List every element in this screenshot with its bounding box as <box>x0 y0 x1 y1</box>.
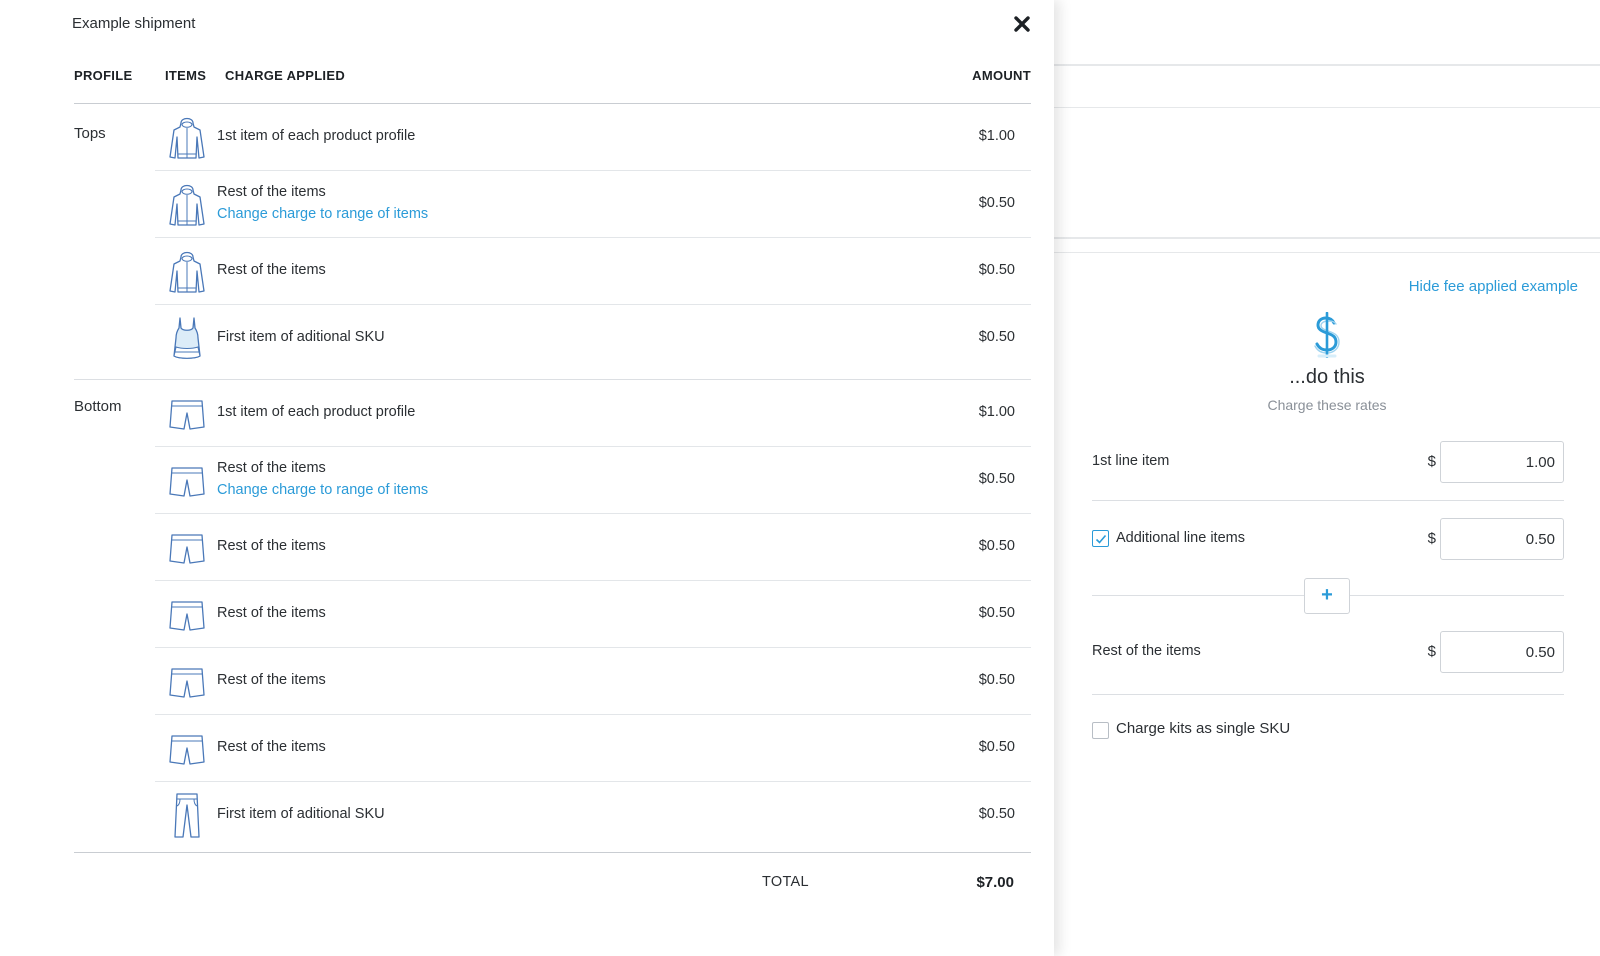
charge-amount: $0.50 <box>978 538 1015 554</box>
table-row: 1st item of each product profile $1.00 <box>155 104 1031 171</box>
shorts-icon <box>169 735 205 765</box>
table-row: Rest of the items $0.50 <box>155 238 1031 305</box>
charge-amount: $0.50 <box>978 262 1015 278</box>
charge-description: First item of aditional SKU <box>217 329 385 345</box>
charge-description: First item of aditional SKU <box>217 806 385 822</box>
table-row: Rest of the items Change charge to range… <box>155 447 1031 514</box>
fee-settings-panel: Hide fee applied example ...do this Char… <box>1054 0 1600 956</box>
shorts-icon <box>169 601 205 631</box>
table-row: First item of aditional SKU $0.50 <box>155 305 1031 372</box>
additional-line-items-row: Additional line items $ <box>1092 518 1564 562</box>
divider <box>1054 237 1600 239</box>
currency-symbol: $ <box>1427 530 1436 547</box>
charge-kits-label: Charge kits as single SKU <box>1116 720 1291 737</box>
total-value: $7.00 <box>976 874 1014 891</box>
charge-kits-checkbox[interactable] <box>1092 722 1109 739</box>
change-charge-range-link[interactable]: Change charge to range of items <box>217 482 428 498</box>
table-row: Rest of the items $0.50 <box>155 648 1031 715</box>
first-line-item-input[interactable] <box>1440 441 1564 483</box>
column-header-amount: AMOUNT <box>972 68 1031 83</box>
column-header-items: ITEMS <box>165 68 207 83</box>
charge-description: Rest of the items Change charge to range… <box>217 184 428 222</box>
shorts-icon <box>169 467 205 497</box>
charge-description: 1st item of each product profile <box>217 128 416 144</box>
change-charge-range-link[interactable]: Change charge to range of items <box>217 206 428 222</box>
shorts-icon <box>169 400 205 430</box>
charge-amount: $1.00 <box>978 128 1015 144</box>
charge-amount: $0.50 <box>978 806 1015 822</box>
modal-title: Example shipment <box>72 15 196 32</box>
close-icon[interactable] <box>1013 15 1033 35</box>
table-row: 1st item of each product profile $1.00 <box>155 380 1031 447</box>
divider <box>1054 252 1600 253</box>
hoodie-icon <box>169 251 205 293</box>
hoodie-icon <box>169 184 205 226</box>
additional-line-items-checkbox[interactable] <box>1092 530 1109 547</box>
charge-description: Rest of the items <box>217 538 326 554</box>
charge-description: Rest of the items <box>217 605 326 621</box>
profile-label-tops: Tops <box>74 125 106 142</box>
total-divider <box>74 852 1031 853</box>
charge-description: Rest of the items Change charge to range… <box>217 460 428 498</box>
charge-amount: $0.50 <box>978 672 1015 688</box>
charge-amount: $0.50 <box>978 195 1015 211</box>
divider <box>1092 694 1564 695</box>
table-row: Rest of the items $0.50 <box>155 514 1031 581</box>
table-row: First item of aditional SKU $0.50 <box>155 782 1031 849</box>
rest-of-items-input[interactable] <box>1440 631 1564 673</box>
tank-top-icon <box>173 317 201 359</box>
charge-description: Rest of the items <box>217 672 326 688</box>
hide-fee-example-link[interactable]: Hide fee applied example <box>1409 278 1578 295</box>
example-shipment-modal: Example shipment PROFILE ITEMS CHARGE AP… <box>0 0 1054 956</box>
charge-amount: $0.50 <box>978 471 1015 487</box>
divider <box>1054 64 1600 66</box>
total-label: TOTAL <box>762 874 809 890</box>
shorts-icon <box>169 534 205 564</box>
charge-description: Rest of the items <box>217 739 326 755</box>
hoodie-icon <box>169 117 205 159</box>
charge-amount: $0.50 <box>978 605 1015 621</box>
add-rate-button[interactable]: + <box>1304 578 1350 614</box>
panel-heading: ...do this <box>1289 366 1365 388</box>
pants-icon <box>174 793 200 838</box>
column-header-profile: PROFILE <box>74 68 133 83</box>
additional-line-items-label: Additional line items <box>1116 530 1245 546</box>
table-row: Rest of the items $0.50 <box>155 715 1031 782</box>
charge-amount: $0.50 <box>978 329 1015 345</box>
panel-subheading: Charge these rates <box>1267 397 1387 413</box>
charge-description: 1st item of each product profile <box>217 404 416 420</box>
first-line-item-label: 1st line item <box>1092 453 1170 469</box>
dollar-icon <box>1054 312 1600 363</box>
currency-symbol: $ <box>1427 453 1436 470</box>
rest-of-items-label: Rest of the items <box>1092 643 1201 659</box>
check-icon <box>1095 534 1107 544</box>
first-line-item-row: 1st line item $ <box>1092 441 1564 485</box>
rest-of-items-row: Rest of the items $ <box>1092 631 1564 675</box>
table-row: Rest of the items $0.50 <box>155 581 1031 648</box>
profile-label-bottom: Bottom <box>74 398 122 415</box>
column-header-charge: CHARGE APPLIED <box>225 68 346 83</box>
table-row: Rest of the items Change charge to range… <box>155 171 1031 238</box>
shorts-icon <box>169 668 205 698</box>
charge-amount: $0.50 <box>978 739 1015 755</box>
additional-line-items-input[interactable] <box>1440 518 1564 560</box>
charge-text: Rest of the items <box>217 460 326 476</box>
charge-description: Rest of the items <box>217 262 326 278</box>
currency-symbol: $ <box>1427 643 1436 660</box>
divider <box>1092 500 1564 501</box>
divider <box>1054 107 1600 108</box>
charge-text: Rest of the items <box>217 184 326 200</box>
charge-amount: $1.00 <box>978 404 1015 420</box>
